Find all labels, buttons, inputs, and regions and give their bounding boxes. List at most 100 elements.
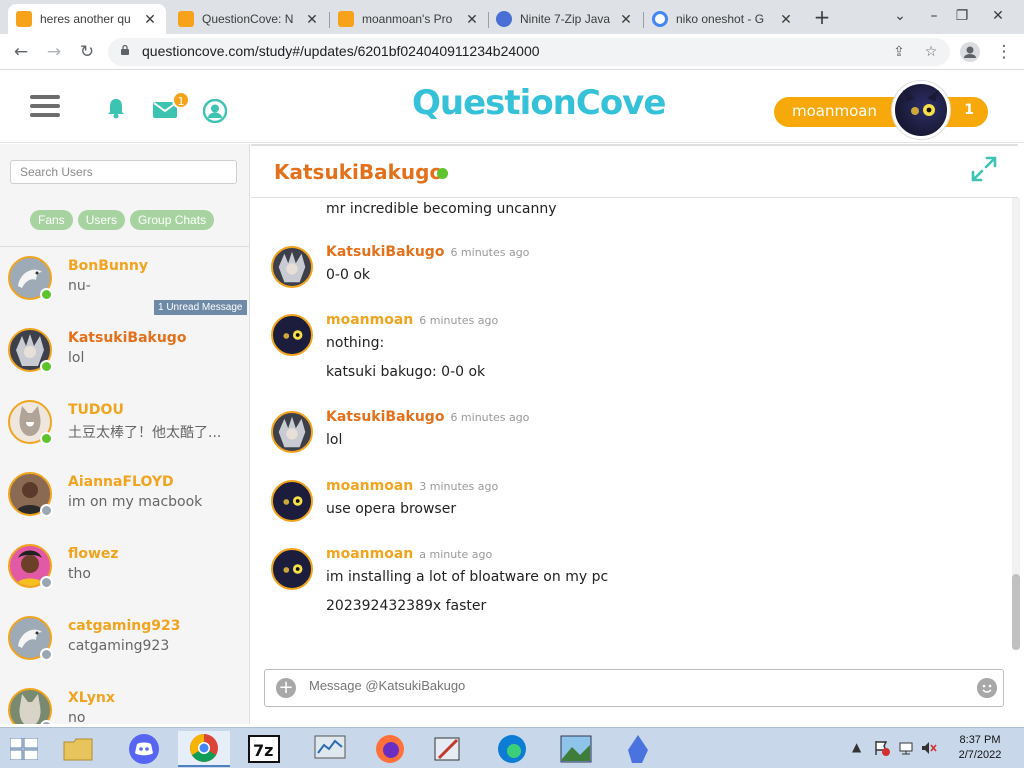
avatar[interactable] — [271, 411, 313, 453]
chrome-taskbar-button[interactable] — [178, 731, 230, 767]
close-icon[interactable]: ✕ — [304, 11, 320, 28]
back-arrow-icon[interactable]: ← — [9, 40, 33, 64]
reload-icon[interactable]: ↻ — [75, 40, 99, 64]
action-center-flag-icon[interactable] — [874, 740, 890, 756]
author-name[interactable]: KatsukiBakugo — [326, 244, 444, 260]
paint-taskbar-button[interactable] — [422, 731, 474, 767]
close-icon[interactable]: ✕ — [464, 11, 480, 28]
contact-name: XLynx — [68, 690, 115, 706]
contact-item[interactable]: KatsukiBakugo lol — [0, 320, 249, 392]
add-attachment-plus-icon[interactable]: + — [276, 678, 296, 698]
points-count: 1 — [964, 102, 974, 118]
message-scrollbar[interactable] — [1012, 198, 1020, 650]
message-timestamp: a minute ago — [419, 548, 493, 561]
avatar[interactable] — [271, 548, 313, 590]
scrollbar-thumb[interactable] — [1012, 574, 1020, 650]
avatar[interactable] — [892, 81, 950, 139]
avatar[interactable] — [271, 314, 313, 356]
contact-item[interactable]: flowez tho — [0, 536, 249, 608]
contact-item[interactable]: XLynx no — [0, 680, 249, 724]
message-input[interactable] — [309, 678, 949, 693]
user-profile-icon[interactable] — [203, 99, 227, 123]
tab-ninite[interactable]: Ninite 7-Zip Java ✕ — [488, 4, 642, 34]
tab-label: moanmoan's Pro — [362, 12, 453, 26]
url-text[interactable]: questioncove.com/study#/updates/6201bf02… — [142, 43, 540, 59]
avatar — [8, 688, 52, 724]
omnibox[interactable]: questioncove.com/study#/updates/6201bf02… — [108, 38, 950, 66]
contact-name: AiannaFLOYD — [68, 474, 174, 490]
window-close-icon[interactable]: ✕ — [984, 4, 1012, 28]
tab-moanmoan-profile[interactable]: moanmoan's Pro ✕ — [330, 4, 488, 34]
minimize-icon[interactable]: – — [920, 4, 948, 28]
edge-taskbar-button[interactable] — [486, 731, 538, 767]
volume-muted-icon[interactable] — [920, 740, 938, 756]
kebab-menu-icon[interactable]: ⋮ — [992, 40, 1016, 64]
username[interactable]: moanmoan — [792, 102, 877, 120]
contact-item[interactable]: TUDOU 土豆太棒了！他太酷了... — [0, 392, 249, 464]
message-text: mr incredible becoming uncanny — [326, 201, 557, 217]
contact-name: KatsukiBakugo — [68, 330, 187, 346]
tab-search-chevron-icon[interactable]: ⌄ — [886, 4, 914, 28]
tab-questioncove-2[interactable]: QuestionCove: N ✕ — [170, 4, 328, 34]
message-text: use opera browser — [326, 501, 457, 517]
contact-item[interactable]: BonBunny nu- 1 Unread Message — [0, 248, 249, 320]
forward-arrow-icon[interactable]: → — [42, 40, 66, 64]
bell-icon[interactable] — [106, 97, 126, 119]
filter-fans[interactable]: Fans — [30, 210, 73, 230]
contact-item[interactable]: AiannaFLOYD im on my macbook — [0, 464, 249, 536]
expand-icon[interactable] — [969, 154, 999, 184]
restore-icon[interactable]: ❐ — [948, 4, 976, 28]
network-icon[interactable] — [898, 740, 914, 756]
message-timestamp: 6 minutes ago — [419, 314, 499, 327]
performance-monitor-taskbar-button[interactable] — [304, 731, 356, 767]
filter-group-chats[interactable]: Group Chats — [130, 210, 215, 230]
message-author[interactable]: moanmoan 3 minutes ago — [326, 478, 498, 494]
offline-status-dot — [40, 576, 53, 589]
questioncove-favicon-icon — [178, 11, 194, 27]
offline-status-dot — [40, 720, 53, 724]
discord-taskbar-button[interactable] — [118, 731, 170, 767]
show-hidden-icons-chevron-icon[interactable]: ▲ — [852, 740, 861, 754]
7zip-taskbar-button[interactable]: 7z — [238, 731, 290, 767]
emoji-icon[interactable] — [977, 678, 997, 698]
close-icon[interactable]: ✕ — [142, 11, 158, 28]
firefox-taskbar-button[interactable] — [364, 731, 416, 767]
tab-google-search[interactable]: niko oneshot - G ✕ — [644, 4, 802, 34]
chat-title[interactable]: KatsukiBakugo — [274, 160, 443, 184]
message-author[interactable]: KatsukiBakugo 6 minutes ago — [326, 244, 529, 260]
contact-preview: 土豆太棒了！他太酷了... — [68, 425, 222, 441]
photos-taskbar-button[interactable] — [550, 731, 602, 767]
taskbar-clock[interactable]: 8:37 PM 2/7/2022 — [950, 733, 1010, 763]
profile-icon[interactable] — [960, 42, 980, 62]
author-name[interactable]: KatsukiBakugo — [326, 409, 444, 425]
author-name[interactable]: moanmoan — [326, 546, 413, 562]
author-name[interactable]: moanmoan — [326, 478, 413, 494]
filter-users[interactable]: Users — [77, 210, 126, 230]
author-name[interactable]: moanmoan — [326, 312, 413, 328]
message-author[interactable]: moanmoan a minute ago — [326, 546, 492, 562]
avatar[interactable] — [271, 480, 313, 522]
message-text: lol — [326, 432, 343, 448]
user-points-pill[interactable]: moanmoan 1 — [774, 97, 988, 127]
message-author[interactable]: KatsukiBakugo 6 minutes ago — [326, 409, 529, 425]
online-status-dot — [40, 360, 53, 373]
file-explorer-taskbar-button[interactable] — [52, 731, 104, 767]
contact-item[interactable]: catgaming923 catgaming923 — [0, 608, 249, 680]
close-icon[interactable]: ✕ — [618, 11, 634, 28]
game-launcher-taskbar-button[interactable] — [612, 731, 664, 767]
close-icon[interactable]: ✕ — [778, 11, 794, 28]
tab-questioncove-active[interactable]: heres another qu ✕ — [8, 4, 166, 34]
new-tab-button[interactable]: + — [810, 6, 834, 30]
message-author[interactable]: moanmoan 6 minutes ago — [326, 312, 498, 328]
search-users-input[interactable]: Search Users — [10, 160, 237, 184]
avatar[interactable] — [271, 246, 313, 288]
share-icon[interactable]: ⇪ — [888, 41, 910, 63]
questioncove-logo[interactable]: QuestionCove — [412, 83, 666, 123]
bookmark-star-icon[interactable]: ☆ — [920, 41, 942, 63]
lock-icon[interactable] — [120, 45, 130, 55]
message-timestamp: 3 minutes ago — [419, 480, 499, 493]
contacts-sidebar: Search Users Fans Users Group Chats BonB… — [0, 144, 250, 724]
offline-status-dot — [40, 504, 53, 517]
hamburger-menu-icon[interactable] — [30, 95, 60, 119]
windows-start-icon[interactable] — [10, 738, 38, 760]
